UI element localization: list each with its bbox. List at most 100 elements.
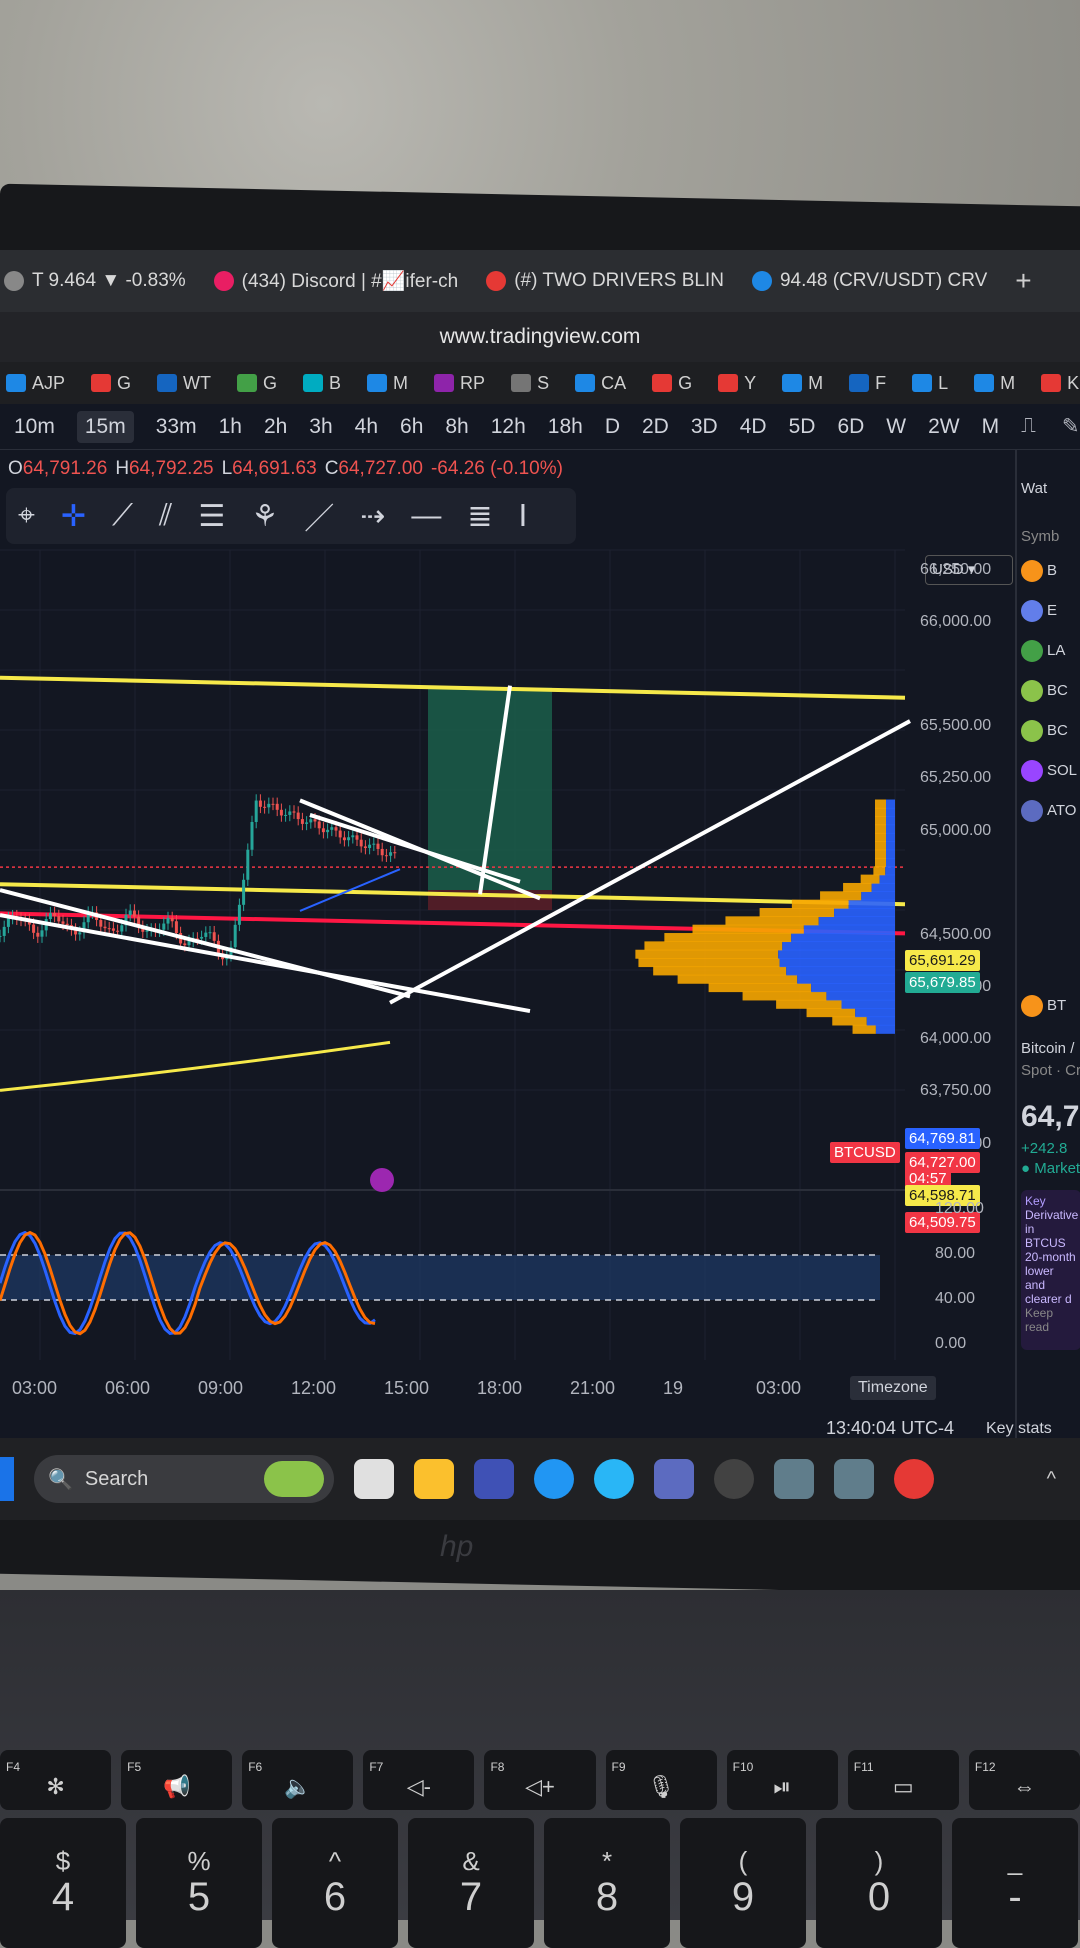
time-axis-label: 06:00: [105, 1378, 151, 1398]
tray-chevron-icon[interactable]: ^: [1047, 1468, 1056, 1491]
volume-profile-bar: [803, 924, 895, 934]
candle-body: [170, 917, 174, 922]
symbol-logo-icon: [1021, 760, 1043, 782]
bookmark-item[interactable]: K: [1041, 373, 1079, 394]
calculator-icon[interactable]: [654, 1459, 694, 1499]
volume-profile-bar: [886, 807, 895, 817]
candle-body: [389, 852, 393, 856]
key-facts-card[interactable]: Key Derivative in BTCUS 20-month lower a…: [1021, 1190, 1080, 1350]
laptop-screen: T 9.464 ▼ -0.83% (434) Discord | #📈ifer-c…: [0, 250, 1080, 1520]
volume-profile-bar: [664, 933, 792, 943]
candle-body: [275, 803, 279, 810]
timezone-button[interactable]: Timezone: [850, 1376, 936, 1400]
key-legend: F12: [974, 1760, 996, 1774]
function-key[interactable]: F6 🔈: [242, 1750, 354, 1810]
candle-body: [305, 822, 309, 824]
detail-symbol: BT: [1021, 995, 1066, 1017]
clock[interactable]: 13:40:04 UTC-4: [826, 1418, 954, 1439]
price-scale-label: 64,000.00: [920, 1030, 992, 1048]
function-key[interactable]: F8 ◁+: [484, 1750, 596, 1810]
watchlist-symbol[interactable]: BC: [1021, 720, 1068, 742]
keep-reading-link[interactable]: Keep read: [1025, 1306, 1077, 1334]
function-key[interactable]: F5 📢: [121, 1750, 233, 1810]
draw-icon[interactable]: ✎: [1062, 414, 1080, 439]
volume-profile-bar: [677, 974, 798, 984]
store-icon[interactable]: [474, 1459, 514, 1499]
symbol-label: BC: [1047, 721, 1068, 739]
candle-body: [330, 827, 334, 830]
compare-icon[interactable]: ⎍: [1021, 414, 1036, 439]
search-highlight-badge: [264, 1461, 324, 1497]
gear-icon[interactable]: [834, 1459, 874, 1499]
volume-profile-bar: [841, 999, 895, 1009]
telegram-icon[interactable]: [594, 1459, 634, 1499]
watchlist-symbol[interactable]: BC: [1021, 680, 1068, 702]
watchlist-symbol[interactable]: B: [1021, 560, 1057, 582]
number-key[interactable]: (9: [680, 1818, 806, 1948]
task-view-icon[interactable]: [354, 1459, 394, 1499]
function-key[interactable]: F9 🎙: [605, 1750, 717, 1810]
candle-body: [204, 932, 208, 937]
watchlist-symbol[interactable]: SOL: [1021, 760, 1077, 782]
volume-profile-bar: [875, 1024, 895, 1034]
trendline[interactable]: [0, 913, 531, 1014]
candle-body: [233, 924, 237, 948]
function-key[interactable]: F12 ⇔: [968, 1750, 1080, 1810]
obs-icon[interactable]: [714, 1459, 754, 1499]
candle-body: [116, 930, 120, 932]
key-facts-text: Derivative in BTCUS 20-month lower and c…: [1025, 1208, 1079, 1306]
price-tag: 65,691.29: [905, 950, 980, 971]
key-shift-legend: _: [1007, 1845, 1023, 1876]
function-key[interactable]: F10 ⏯: [726, 1750, 838, 1810]
messenger-icon[interactable]: [534, 1459, 574, 1499]
start-button[interactable]: [0, 1457, 14, 1501]
function-key[interactable]: F11 ▭: [847, 1750, 959, 1810]
taskbar-search[interactable]: 🔍 Search: [34, 1455, 334, 1503]
symbol-logo-icon: [1021, 560, 1043, 582]
chrome-icon[interactable]: [894, 1459, 934, 1499]
price-tag: BTCUSD: [830, 1142, 900, 1163]
volume-profile-bar: [759, 908, 835, 917]
long-moving-average-line: [0, 1040, 391, 1092]
alert-icon[interactable]: [370, 1168, 394, 1192]
candle-body: [309, 819, 313, 823]
candle-body: [359, 839, 363, 847]
candle-body: [380, 848, 384, 856]
watchlist-panel: Wat Symb BT Bitcoin / Spot · Cr 64,7 +24…: [1015, 450, 1080, 1450]
key-main-legend: 6: [323, 1875, 347, 1920]
time-axis-label: 19: [663, 1378, 684, 1398]
price-scale-label: 66,000.00: [920, 613, 992, 631]
number-key[interactable]: & 7: [408, 1818, 534, 1948]
candle-body: [246, 849, 250, 880]
watchlist-symbol[interactable]: ATO: [1021, 800, 1076, 822]
price-scale-label: 63,750.00: [920, 1082, 992, 1100]
key-main-legend: 7: [459, 1875, 483, 1920]
candle-body: [40, 930, 44, 937]
watchlist-symbol[interactable]: LA: [1021, 640, 1065, 662]
watchlist-symbol[interactable]: E: [1021, 600, 1057, 622]
number-key[interactable]: * 8: [544, 1818, 670, 1948]
price-chart[interactable]: [0, 250, 1015, 1370]
candle-body: [6, 918, 10, 927]
number-key[interactable]: ) 0: [816, 1818, 942, 1948]
file-explorer-icon[interactable]: [414, 1459, 454, 1499]
function-key[interactable]: F4 ✻: [0, 1750, 112, 1810]
number-key[interactable]: $4: [0, 1818, 126, 1948]
settings-icon[interactable]: [774, 1459, 814, 1499]
new-tab-button[interactable]: +: [1015, 265, 1031, 297]
candle-body: [132, 910, 136, 917]
key-shift-legend: ^: [328, 1845, 342, 1876]
watchlist-title[interactable]: Wat: [1021, 480, 1047, 497]
volume-profile-bar: [875, 816, 886, 826]
number-key[interactable]: % 5: [136, 1818, 262, 1948]
volume-profile-bar: [635, 949, 779, 959]
key-shift-legend: *: [601, 1845, 613, 1876]
key-legend: F5: [127, 1760, 142, 1774]
trendline[interactable]: [0, 888, 411, 999]
volume-profile-bar: [886, 824, 895, 834]
number-key[interactable]: _ -: [952, 1818, 1078, 1948]
volume-profile-bar: [708, 983, 812, 993]
number-key[interactable]: ^ 6: [272, 1818, 398, 1948]
detail-price: 64,7: [1021, 1100, 1080, 1133]
function-key[interactable]: F7 ◁-: [363, 1750, 475, 1810]
